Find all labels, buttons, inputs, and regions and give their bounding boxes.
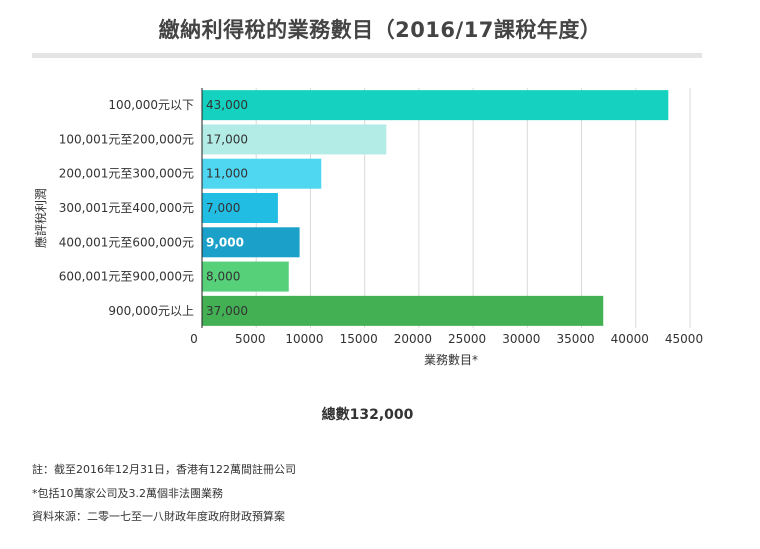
category-label: 400,001元至600,000元 [59,235,194,249]
bar-value-label: 9,000 [206,235,244,249]
x-tick-label: 15000 [340,332,378,346]
category-label: 300,001元至400,000元 [59,201,194,215]
x-tick-labels: 0 5000 10000 15000 20000 25000 30000 35000 40000… [190,332,703,346]
bar-value-label: 17,000 [206,132,248,146]
category-label: 600,001元至900,000元 [59,270,194,284]
note-footnote: *包括10萬家公司及3.2萬個非法團業務 [32,487,223,500]
x-tick-label: 45000 [665,332,703,346]
x-tick-label: 20000 [394,332,432,346]
note-source: 資料來源：二零一七至一八財政年度政府財政預算案 [32,510,285,523]
x-tick-label: 40000 [611,332,649,346]
category-labels: 100,000元以下 100,001元至200,000元 200,001元至300,… [59,98,194,318]
x-tick-label: 0 [190,332,198,346]
bar-value-label: 37,000 [206,304,248,318]
bar [202,295,604,326]
x-tick-label: 35000 [556,332,594,346]
x-tick-label: 25000 [448,332,486,346]
x-tick-label: 10000 [285,332,323,346]
bar [202,90,669,121]
x-axis-title: 業務數目* [424,353,478,367]
category-label: 900,000元以上 [108,304,194,318]
bar-value-label: 43,000 [206,98,248,112]
note-registered-companies: 註：截至2016年12月31日，香港有122萬間註冊公司 [32,463,296,476]
category-label: 100,000元以下 [108,98,194,112]
category-label: 200,001元至300,000元 [59,167,194,181]
bars: 43,000 17,000 11,000 7,000 9,000 8,000 37,000 [202,90,669,326]
x-tick-label: 30000 [502,332,540,346]
total-label: 總數132,000 [321,407,414,423]
x-tick-label: 5000 [235,332,266,346]
bar-value-label: 7,000 [206,201,240,215]
y-axis-title: 應評稅利潤 [33,188,48,248]
gridlines [255,88,691,328]
category-label: 100,001元至200,000元 [59,132,194,146]
bar-value-label: 8,000 [206,270,240,284]
bar-chart: 43,00017,00011,0007,0009,0008,00037,000 … [33,88,703,367]
bar-value-label: 11,000 [206,167,248,181]
